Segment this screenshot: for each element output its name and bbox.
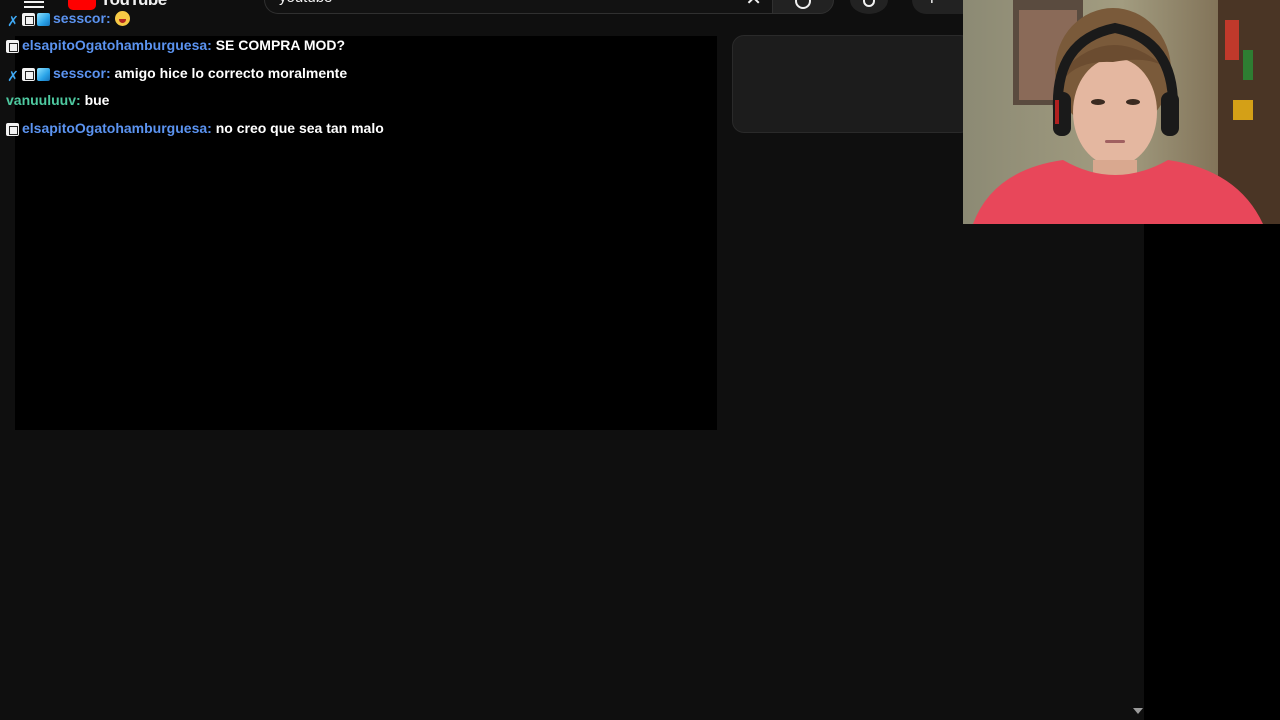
chat-username[interactable]: vanuuluuv xyxy=(6,92,76,108)
qr-badge-icon xyxy=(22,68,35,82)
badge-group xyxy=(6,118,21,140)
chat-message: ✗ sesscor: amigo hice lo correcto moralm… xyxy=(6,62,347,84)
voice-search-button[interactable] xyxy=(850,0,888,14)
chat-text: amigo hice lo correcto moralmente xyxy=(114,65,348,81)
search-icon xyxy=(795,0,811,9)
chat-username[interactable]: sesscor xyxy=(53,10,106,26)
face-tongue-emoji xyxy=(114,11,130,26)
cube-badge-icon xyxy=(37,68,50,82)
webcam-feed xyxy=(963,0,1280,224)
chat-text: no creo que sea tan malo xyxy=(215,120,384,136)
chat-text: SE COMPRA MOD? xyxy=(215,37,346,53)
stream-screen: YouTube youtube ✕ + ✗ sesscor: elsapitoO… xyxy=(0,0,1280,720)
chat-overlay xyxy=(15,36,717,430)
search-button[interactable] xyxy=(772,0,834,14)
qr-badge-icon xyxy=(22,13,35,27)
chat-message: elsapitoOgatohamburguesa: no creo que se… xyxy=(6,117,384,139)
badge-group: ✗ xyxy=(6,63,52,85)
chat-text: bue xyxy=(84,92,110,108)
chat-separator: : xyxy=(207,37,212,53)
chat-username[interactable]: elsapitoOgatohamburguesa xyxy=(22,120,207,136)
cube-badge-icon xyxy=(37,13,50,27)
chat-message: ✗ sesscor: xyxy=(6,7,130,29)
chat-username[interactable]: sesscor xyxy=(53,65,106,81)
qr-badge-icon xyxy=(6,123,19,137)
chat-separator: : xyxy=(207,120,212,136)
webcam-illustration xyxy=(963,0,1280,224)
badge-group: ✗ xyxy=(6,8,52,30)
mic-icon xyxy=(863,0,875,7)
search-input-value[interactable]: youtube xyxy=(279,0,332,6)
chat-separator: : xyxy=(76,92,81,108)
scroll-down-icon[interactable] xyxy=(1133,708,1143,714)
chat-message: elsapitoOgatohamburguesa: SE COMPRA MOD? xyxy=(6,34,345,56)
mod-sword-icon: ✗ xyxy=(7,13,19,30)
plus-icon: + xyxy=(926,0,938,11)
chat-separator: : xyxy=(105,65,111,81)
search-input[interactable]: youtube ✕ xyxy=(264,0,772,14)
chat-username[interactable]: elsapitoOgatohamburguesa xyxy=(22,37,207,53)
mod-sword-icon: ✗ xyxy=(7,68,19,85)
right-panel-strip xyxy=(1144,224,1280,720)
qr-badge-icon xyxy=(6,40,19,54)
chat-separator: : xyxy=(105,10,111,26)
chat-message: vanuuluuv: bue xyxy=(6,89,109,111)
side-panel-card[interactable] xyxy=(732,35,972,133)
badge-group xyxy=(6,35,21,57)
close-icon[interactable]: ✕ xyxy=(745,0,762,11)
